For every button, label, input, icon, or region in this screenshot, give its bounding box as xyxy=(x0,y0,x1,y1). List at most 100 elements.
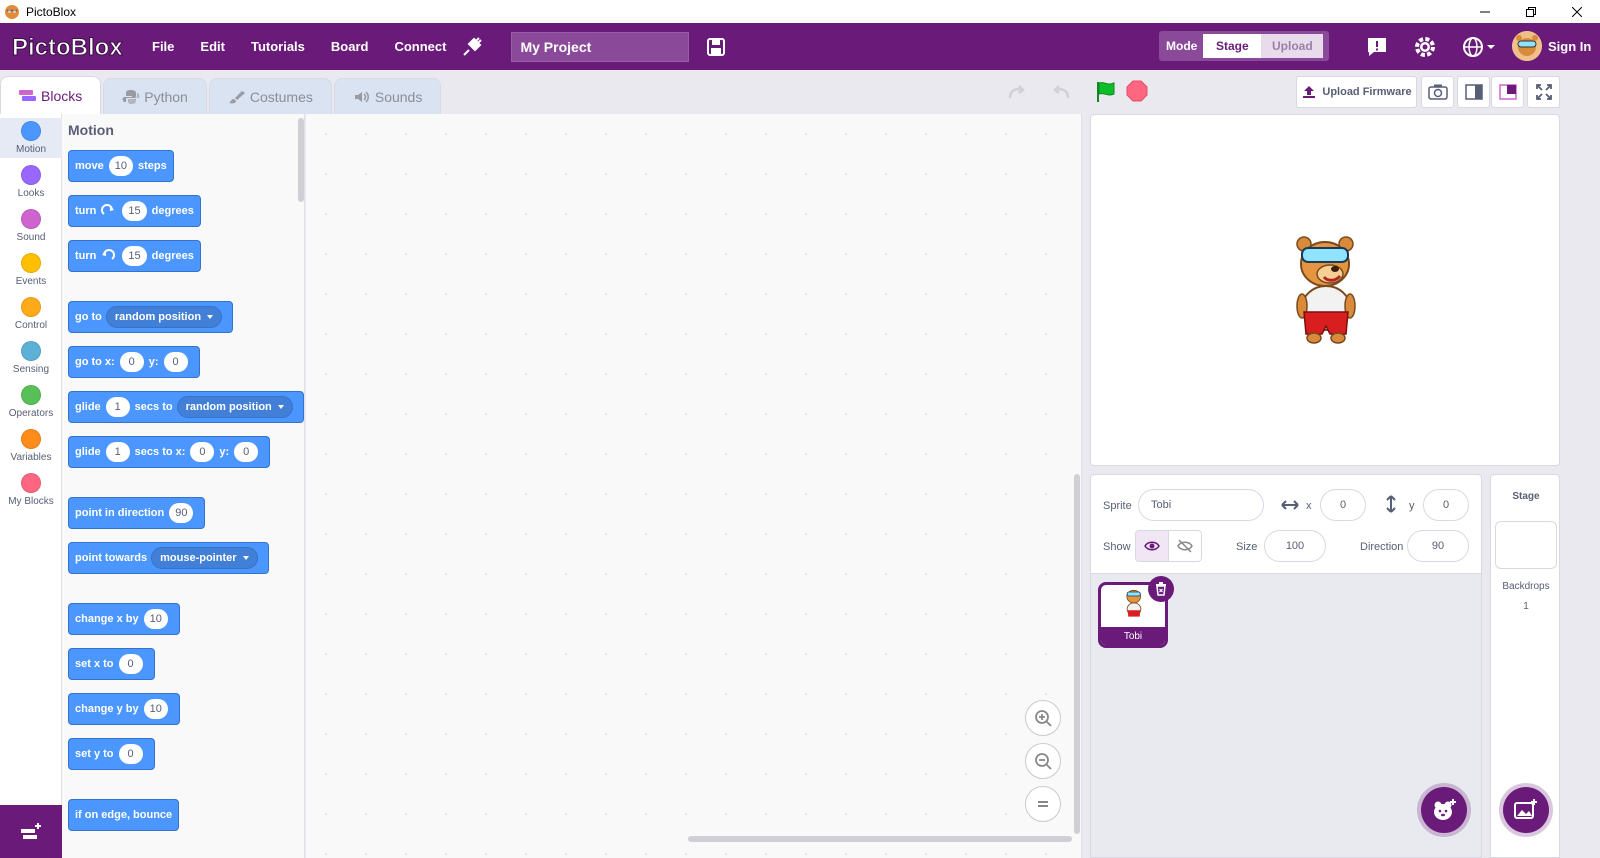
block-set-x[interactable]: set x to 0 xyxy=(68,648,155,680)
block-input[interactable]: 0 xyxy=(163,352,188,372)
block-turn-left[interactable]: turn 15 degrees xyxy=(68,240,201,272)
block-change-y[interactable]: change y by 10 xyxy=(68,693,180,725)
menu-file[interactable]: File xyxy=(152,39,174,54)
block-input[interactable]: 0 xyxy=(118,744,143,764)
block-input[interactable]: 1 xyxy=(105,442,130,462)
undo-icon[interactable] xyxy=(1050,82,1072,102)
category-looks[interactable]: Looks xyxy=(0,165,62,199)
zoom-reset-button[interactable] xyxy=(1025,786,1061,822)
block-point-direction[interactable]: point in direction 90 xyxy=(68,497,206,529)
motion-dot xyxy=(21,121,41,141)
zoom-in-button[interactable] xyxy=(1025,700,1061,736)
block-set-y[interactable]: set y to 0 xyxy=(68,738,155,770)
delete-sprite-button[interactable] xyxy=(1148,576,1174,602)
menu-board[interactable]: Board xyxy=(331,39,369,54)
category-sensing[interactable]: Sensing xyxy=(0,341,62,375)
block-input[interactable]: 10 xyxy=(108,156,133,176)
block-input[interactable]: 0 xyxy=(234,442,259,462)
eye-icon xyxy=(1144,541,1160,551)
signin-button[interactable]: Sign In xyxy=(1512,31,1591,61)
tab-python[interactable]: Python xyxy=(103,78,207,114)
block-point-towards[interactable]: point towards mouse-pointer xyxy=(68,542,269,574)
add-extension-button[interactable] xyxy=(0,805,62,858)
mode-stage-button[interactable]: Stage xyxy=(1203,34,1262,58)
large-stage-button[interactable] xyxy=(1491,76,1524,108)
tobi-sprite[interactable] xyxy=(1288,234,1364,346)
green-flag-icon[interactable] xyxy=(1094,80,1118,104)
feedback-icon[interactable] xyxy=(1364,34,1390,60)
menu-tutorials[interactable]: Tutorials xyxy=(251,39,305,54)
block-text: glide xyxy=(75,446,101,458)
sprite-info-panel: Sprite Tobi x 0 y 0 Show Size 100 Direct… xyxy=(1090,474,1482,574)
block-input[interactable]: 0 xyxy=(190,442,215,462)
tab-sounds[interactable]: Sounds xyxy=(333,78,442,114)
snapshot-button[interactable] xyxy=(1421,76,1454,108)
block-move-steps[interactable]: move 10 steps xyxy=(68,150,174,182)
sprite-size-input[interactable]: 100 xyxy=(1264,530,1326,562)
category-control[interactable]: Control xyxy=(0,297,62,331)
script-horizontal-scrollbar[interactable] xyxy=(688,836,1072,842)
block-dropdown[interactable]: mouse-pointer xyxy=(151,547,258,569)
sprite-direction-input[interactable]: 90 xyxy=(1407,530,1469,562)
block-go-to[interactable]: go to random position xyxy=(68,301,234,333)
category-sound[interactable]: Sound xyxy=(0,209,62,243)
block-text: set y to xyxy=(75,748,114,760)
restore-button[interactable] xyxy=(1508,0,1554,23)
hide-sprite-button[interactable] xyxy=(1168,530,1202,562)
block-dropdown[interactable]: random position xyxy=(176,396,293,418)
block-input[interactable]: 1 xyxy=(105,397,130,417)
save-icon[interactable] xyxy=(706,37,726,57)
fullscreen-button[interactable] xyxy=(1527,76,1560,108)
upload-firmware-button[interactable]: Upload Firmware xyxy=(1296,76,1417,108)
control-dot xyxy=(21,297,41,317)
category-motion[interactable]: Motion xyxy=(0,118,62,158)
redo-icon[interactable] xyxy=(1006,82,1028,102)
sprite-name-input[interactable]: Tobi xyxy=(1138,489,1264,521)
language-globe-icon[interactable] xyxy=(1462,34,1498,60)
sprite-x-input[interactable]: 0 xyxy=(1320,489,1366,521)
backdrops-count: 1 xyxy=(1523,601,1529,612)
category-events[interactable]: Events xyxy=(0,253,62,287)
pictoblox-logo[interactable]: PictoBlox xyxy=(10,30,130,64)
project-name-input[interactable]: My Project xyxy=(511,31,690,62)
block-input[interactable]: 0 xyxy=(118,654,143,674)
small-stage-button[interactable] xyxy=(1457,76,1490,108)
block-go-to-xy[interactable]: go to x: 0 y: 0 xyxy=(68,346,200,378)
sprite-y-input[interactable]: 0 xyxy=(1423,489,1469,521)
block-glide-to[interactable]: glide 1 secs to random position xyxy=(68,391,304,423)
block-turn-right[interactable]: turn 15 degrees xyxy=(68,195,201,227)
zoom-out-button[interactable] xyxy=(1025,743,1061,779)
palette-scrollbar[interactable] xyxy=(298,118,304,202)
block-text: point towards xyxy=(75,552,148,564)
tab-costumes[interactable]: Costumes xyxy=(208,78,332,114)
block-input[interactable]: 90 xyxy=(169,503,194,523)
block-dropdown[interactable]: random position xyxy=(105,306,223,328)
stop-icon[interactable] xyxy=(1126,80,1148,102)
backdrops-label: Backdrops xyxy=(1502,581,1550,592)
block-change-x[interactable]: change x by 10 xyxy=(68,603,180,635)
backdrop-thumbnail[interactable] xyxy=(1495,521,1557,569)
mode-upload-button[interactable]: Upload xyxy=(1261,34,1324,58)
show-sprite-button[interactable] xyxy=(1135,530,1169,562)
connect-plug-icon[interactable] xyxy=(460,35,484,59)
choose-sprite-button[interactable] xyxy=(1421,787,1467,833)
gear-icon[interactable] xyxy=(1412,34,1438,60)
minimize-button[interactable] xyxy=(1462,0,1508,23)
menu-connect[interactable]: Connect xyxy=(394,39,446,54)
block-if-on-edge-bounce[interactable]: if on edge, bounce xyxy=(68,799,180,831)
block-input[interactable]: 0 xyxy=(119,352,144,372)
script-vertical-scrollbar[interactable] xyxy=(1074,474,1080,834)
tab-blocks[interactable]: Blocks xyxy=(0,76,102,114)
block-input[interactable]: 15 xyxy=(122,246,147,266)
category-variables[interactable]: Variables xyxy=(0,429,62,463)
choose-backdrop-button[interactable] xyxy=(1503,787,1549,833)
script-area[interactable] xyxy=(306,114,1082,858)
block-glide-to-xy[interactable]: glide 1 secs to x: 0 y: 0 xyxy=(68,436,271,468)
block-input[interactable]: 15 xyxy=(122,201,147,221)
category-my-blocks[interactable]: My Blocks xyxy=(0,473,62,507)
block-input[interactable]: 10 xyxy=(143,699,168,719)
block-input[interactable]: 10 xyxy=(143,609,168,629)
menu-edit[interactable]: Edit xyxy=(200,39,225,54)
category-operators[interactable]: Operators xyxy=(0,385,62,419)
close-button[interactable] xyxy=(1554,0,1600,23)
